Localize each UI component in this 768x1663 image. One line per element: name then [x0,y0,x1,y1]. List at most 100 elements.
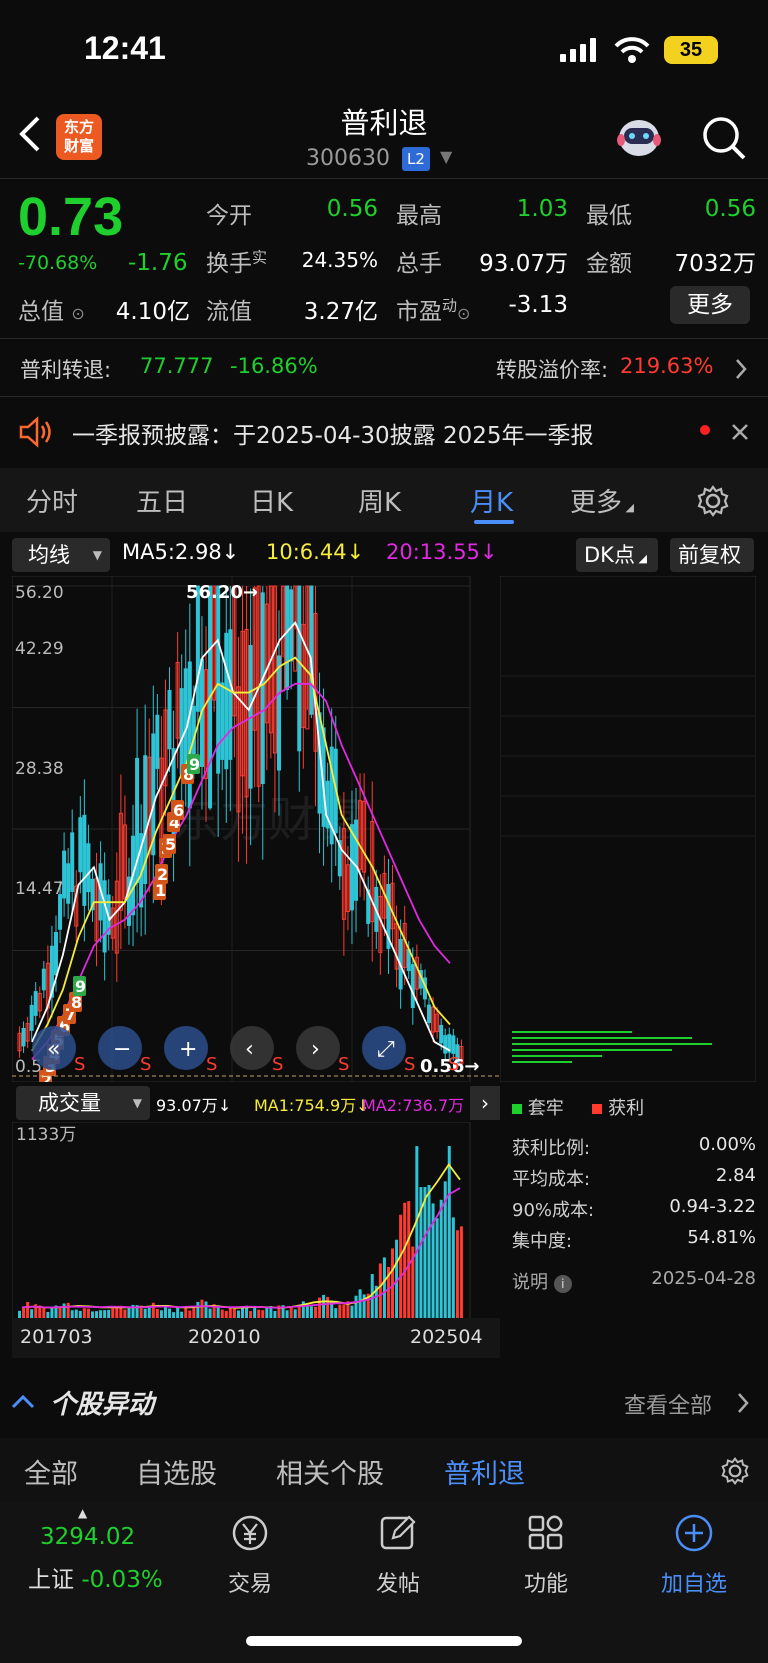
stock-anomaly-header[interactable]: 个股异动 查看全部 [0,1368,768,1438]
sell-marker: S [206,1054,217,1075]
volume-bar [273,1310,277,1318]
tab-monthly-k[interactable]: 月K [470,482,513,519]
volume-bar [204,1301,208,1318]
tab-related[interactable]: 相关个股 [276,1452,384,1491]
candle-body [220,682,225,760]
section-title: 个股异动 [50,1390,155,1420]
td-marker: 9 [75,977,86,996]
chip-bars [499,575,757,1083]
volume-bar [439,1199,443,1318]
volume-bar [86,1308,90,1318]
chevron-up-icon[interactable] [10,1392,36,1410]
sell-marker: S [404,1054,415,1075]
candle-body [82,814,87,906]
tab-intraday[interactable]: 分时 [26,482,78,519]
nav-functions[interactable]: 功能 [486,1512,606,1598]
volume-bar [50,1306,54,1318]
nav-add-watch[interactable]: 加自选 [634,1512,754,1598]
volume-bar [391,1248,395,1318]
gear-icon[interactable] [696,484,730,518]
chip-legend: 套牢 获利 [512,1094,644,1120]
pe-value: -3.13 [508,292,568,318]
open-value: 0.56 [326,196,378,222]
index-pct: -0.03% [81,1567,163,1593]
volume-bar [261,1310,265,1318]
notice-row[interactable]: 一季报预披露：于2025-04-30披露 2025年一季报 [0,402,768,462]
back-button[interactable] [16,112,56,162]
high-label: 最高 [396,203,442,229]
volume-label: 总手 [396,251,442,277]
indicator-select[interactable]: 均线 ▼ [12,538,110,572]
candle-body [354,819,359,901]
bond-price: 77.777 [140,354,214,378]
volume-bar [168,1308,172,1318]
candle-body [228,629,233,760]
volume-bar [378,1263,382,1318]
volume-bar [184,1307,188,1318]
volume-ma1: MA1:754.9万↓ [254,1096,370,1115]
candle-body [29,1004,34,1031]
volume-bar [143,1308,147,1318]
candle-body [155,714,160,769]
volume-bar [358,1289,362,1318]
volume-select[interactable]: 成交量 ▼ [16,1086,150,1120]
index-row[interactable]: 上证 -0.03% [28,1560,163,1594]
chip-bar [512,1061,572,1063]
tab-daily-k[interactable]: 日K [250,482,293,519]
tab-more[interactable]: 更多 ◢ [570,482,634,519]
volume-chart[interactable]: 1133万 [12,1122,500,1322]
volume-current: 93.07万↓ [156,1096,232,1115]
chip-concentration-value: 54.81% [687,1227,756,1248]
chip-profit-label: 获利比例: [512,1138,591,1159]
nav-post[interactable]: 发帖 [338,1512,458,1598]
sell-marker: S [74,1054,85,1075]
gear-icon[interactable] [720,1456,750,1486]
status-bar: 12:41 35 [0,0,768,100]
caret-down-icon[interactable]: ▼ [440,147,452,166]
info-icon: ⊙ [457,304,471,323]
stock-name: 普利退 [340,106,428,140]
tab-stock[interactable]: 普利退 [444,1452,525,1491]
volume-bar [90,1311,94,1318]
tab-all[interactable]: 全部 [24,1452,78,1491]
bond-pct: -16.86% [230,354,318,378]
volume-bar [78,1310,82,1318]
info-icon: ⊙ [71,304,85,323]
candle-body [183,668,188,768]
tab-watchlist[interactable]: 自选股 [136,1452,217,1491]
convertible-bond-row[interactable]: 普利转退: 77.777 -16.86% 转股溢价率: 219.63% [0,342,768,396]
dk-button[interactable]: DK点 ◢ [576,538,658,572]
kline-chart[interactable]: 东方财富 56.2042.2928.3814.470.56 1234567891… [12,576,500,1082]
volume-bar [318,1297,322,1318]
nav-trade[interactable]: 交易 [190,1512,310,1598]
volume-bar [415,1146,419,1318]
tab-weekly-k[interactable]: 周K [358,482,401,519]
battery-icon: 35 [664,36,718,64]
zoom-in-icon-glyph: + [179,1037,197,1062]
volume-bar [22,1307,26,1318]
zoom-out-icon-glyph: − [113,1037,131,1062]
volume-bar [196,1301,200,1318]
more-button[interactable]: 更多 [670,286,750,324]
high-value: 1.03 [516,196,568,222]
index-value[interactable]: 3294.02 [40,1524,135,1550]
chip-note[interactable]: 说明 i [512,1268,572,1294]
x-tick: 201703 [20,1326,93,1348]
chevron-right-icon[interactable]: › [470,1086,500,1120]
volume-bar [74,1309,78,1318]
td-marker: 9 [189,755,200,774]
tab-five-day[interactable]: 五日 [136,482,188,519]
caret-down-icon: ▼ [132,1096,142,1110]
view-all-link[interactable]: 查看全部 [624,1388,712,1420]
yen-exchange-icon [232,1515,268,1551]
search-icon[interactable] [700,114,748,162]
volume-ma2: MA2:736.7万 [362,1096,465,1115]
adjust-button[interactable]: 前复权 [670,538,754,572]
volume-bar [62,1303,66,1318]
robot-assistant-icon[interactable] [612,112,666,162]
speaker-icon [19,416,51,448]
candle-body [297,585,302,752]
candle-body [224,632,229,770]
close-icon[interactable] [730,422,750,442]
float-value: 3.27亿 [303,299,378,325]
